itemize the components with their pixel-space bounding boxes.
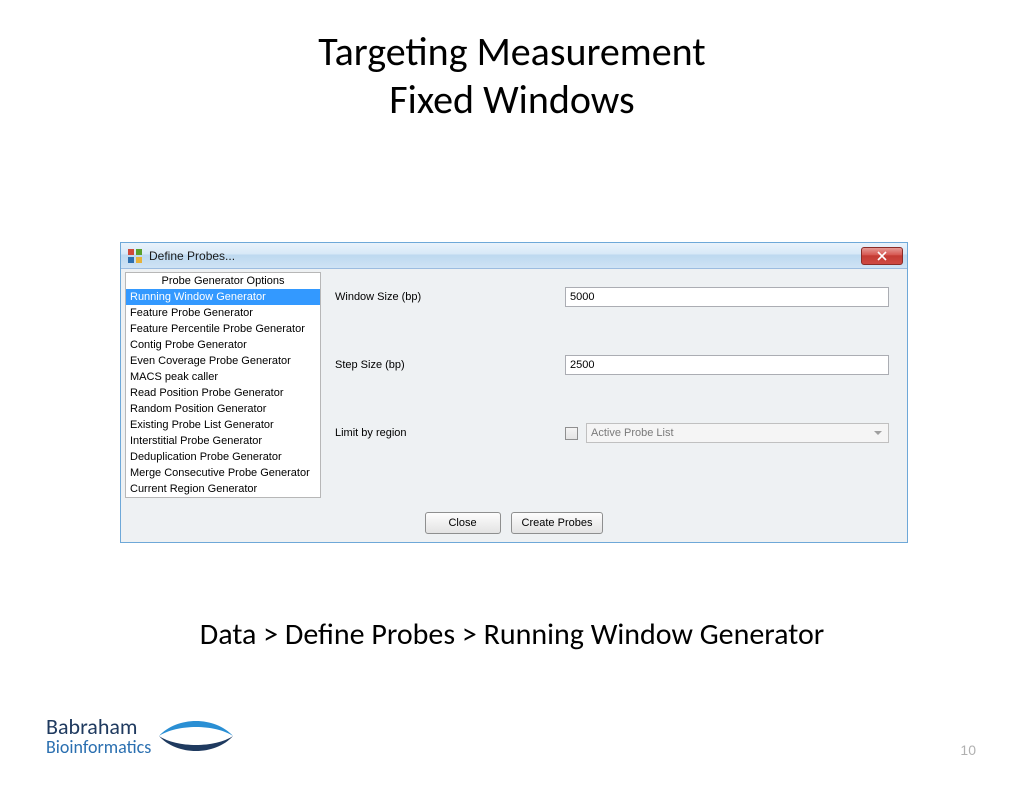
button-row: Close Create Probes (121, 506, 907, 542)
logo-line-2: Bioinformatics (46, 738, 151, 756)
sidebar-header: Probe Generator Options (126, 273, 320, 289)
window-size-label: Window Size (bp) (335, 291, 565, 303)
window-size-input[interactable] (565, 287, 889, 307)
list-item[interactable]: Interstitial Probe Generator (126, 433, 320, 449)
window-size-row: Window Size (bp) (335, 287, 889, 307)
list-item[interactable]: Existing Probe List Generator (126, 417, 320, 433)
dialog-titlebar[interactable]: Define Probes... (121, 243, 907, 269)
list-item[interactable]: MACS peak caller (126, 369, 320, 385)
limit-region-row: Limit by region Active Probe List (335, 423, 889, 443)
dropdown-value: Active Probe List (591, 427, 674, 439)
list-item[interactable]: Deduplication Probe Generator (126, 449, 320, 465)
app-icon (127, 248, 143, 264)
limit-region-label: Limit by region (335, 427, 565, 439)
logo-swoosh-icon (157, 714, 235, 758)
generator-options-list[interactable]: Probe Generator Options Running Window G… (125, 272, 321, 498)
list-item[interactable]: Merge Consecutive Probe Generator (126, 465, 320, 481)
list-item[interactable]: Even Coverage Probe Generator (126, 353, 320, 369)
list-item[interactable]: Contig Probe Generator (126, 337, 320, 353)
form-area: Window Size (bp) Step Size (bp) Limit by… (325, 269, 907, 506)
define-probes-dialog: Define Probes... Probe Generator Options… (120, 242, 908, 543)
close-button[interactable]: Close (425, 512, 501, 534)
step-size-label: Step Size (bp) (335, 359, 565, 371)
step-size-input[interactable] (565, 355, 889, 375)
logo-text: Babraham Bioinformatics (46, 716, 151, 756)
title-line-2: Fixed Windows (0, 76, 1024, 124)
logo-line-1: Babraham (46, 716, 151, 738)
list-item[interactable]: Running Window Generator (126, 289, 320, 305)
list-item[interactable]: Read Position Probe Generator (126, 385, 320, 401)
limit-region-dropdown[interactable]: Active Probe List (586, 423, 889, 443)
list-item[interactable]: Feature Percentile Probe Generator (126, 321, 320, 337)
slide-number: 10 (960, 742, 976, 758)
step-size-row: Step Size (bp) (335, 355, 889, 375)
list-item[interactable]: Feature Probe Generator (126, 305, 320, 321)
title-line-1: Targeting Measurement (0, 28, 1024, 76)
close-window-button[interactable] (861, 247, 903, 265)
list-item[interactable]: Current Region Generator (126, 481, 320, 497)
breadcrumb-path: Data > Define Probes > Running Window Ge… (0, 616, 1024, 653)
dialog-title: Define Probes... (149, 249, 861, 263)
slide-title: Targeting Measurement Fixed Windows (0, 28, 1024, 124)
babraham-logo: Babraham Bioinformatics (46, 714, 235, 758)
list-item[interactable]: Random Position Generator (126, 401, 320, 417)
close-icon (877, 251, 887, 261)
dialog-body: Probe Generator Options Running Window G… (121, 269, 907, 506)
create-probes-button[interactable]: Create Probes (511, 512, 604, 534)
limit-region-checkbox[interactable] (565, 427, 578, 440)
